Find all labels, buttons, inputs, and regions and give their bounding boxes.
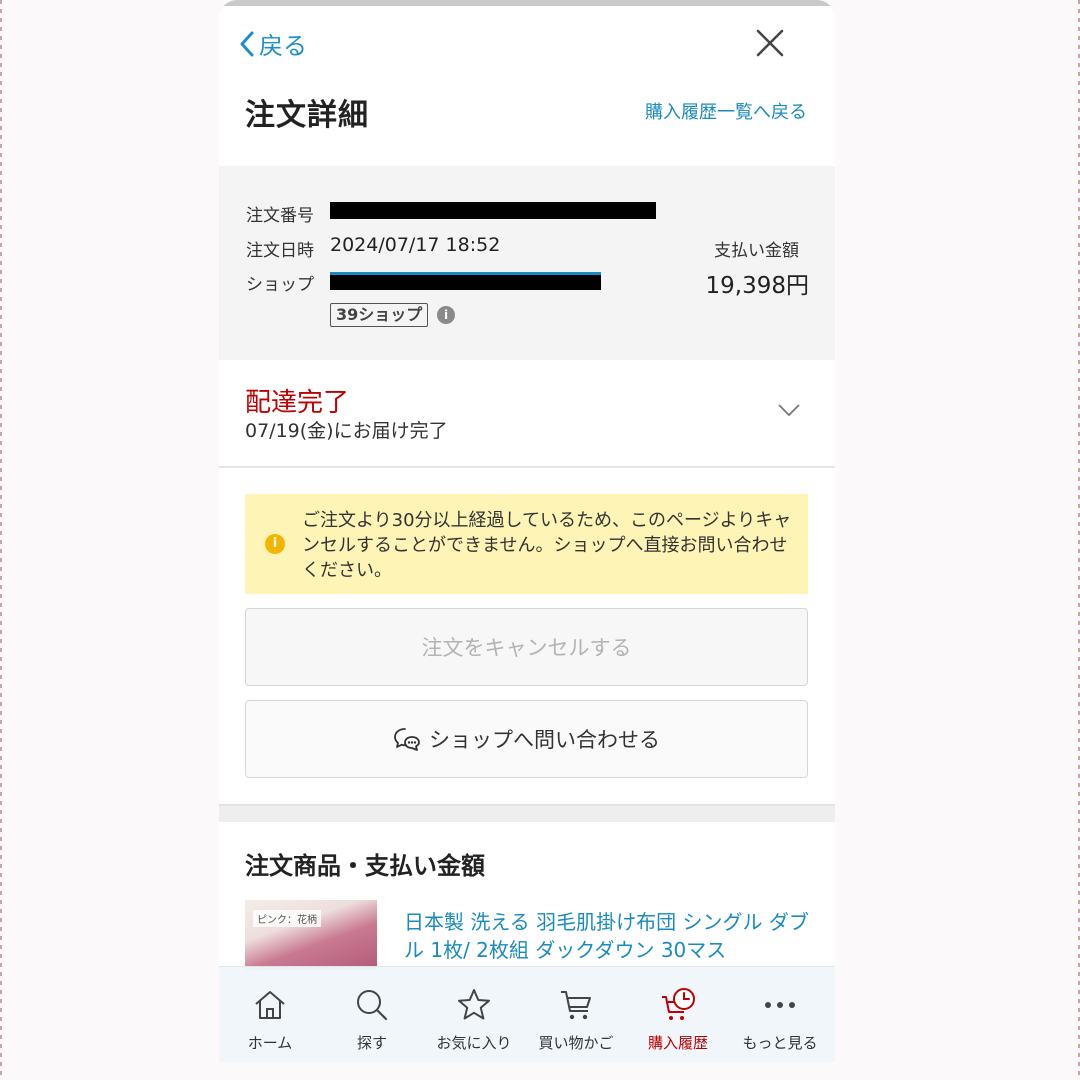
order-date-value: 2024/07/17 18:52 (330, 234, 501, 256)
contact-shop-label: ショップへ問い合わせる (429, 728, 660, 752)
contact-shop-button[interactable]: ショップへ問い合わせる (245, 700, 808, 778)
tab-favorites[interactable]: お気に入り (423, 967, 525, 1062)
tab-home[interactable]: ホーム (219, 967, 321, 1062)
section-divider-thick (219, 804, 835, 822)
chevron-left-icon (240, 31, 254, 56)
delivery-status: 配達完了 (245, 388, 350, 418)
tab-label: ホーム (247, 1034, 293, 1052)
product-variant-tag: ピンク：花柄 (253, 910, 321, 927)
purchase-history-icon (662, 988, 695, 1020)
bottom-tab-bar: ホーム 探す お気に入り 買い物かご 購入履歴 もっと見る (219, 966, 835, 1062)
notice-text: ご注文より30分以上経過しているため、このページよりキャンセルすることができませ… (302, 510, 792, 581)
39shop-badge: 39ショップ (330, 303, 429, 327)
order-info-panel: 注文番号 注文日時 2024/07/17 18:52 ショップ 39ショップ i… (219, 166, 835, 360)
tab-more[interactable]: もっと見る (729, 967, 831, 1062)
order-number-redacted (330, 202, 656, 219)
products-section-title: 注文商品・支払い金額 (245, 852, 485, 880)
delivery-date: 07/19(金)にお届け完了 (245, 420, 448, 442)
back-label: 戻る (259, 32, 307, 60)
payment-label: 支払い金額 (714, 241, 799, 261)
tab-cart[interactable]: 買い物かご (525, 967, 627, 1062)
shop-label: ショップ (246, 275, 314, 295)
order-detail-sheet: 戻る 注文詳細 購入履歴一覧へ戻る 注文番号 注文日時 2024/07/17 1… (219, 0, 835, 1062)
info-icon[interactable]: i (437, 306, 455, 324)
chevron-down-icon[interactable] (777, 402, 801, 418)
cart-icon (561, 991, 591, 1020)
chat-bubbles-icon (394, 728, 420, 751)
background-edge-left (0, 0, 2, 1080)
back-button[interactable]: 戻る (237, 26, 307, 61)
tab-label: お気に入り (436, 1034, 512, 1052)
product-thumbnail[interactable]: ピンク：花柄 (245, 900, 377, 970)
sheet-top-edge (219, 0, 835, 6)
section-divider (219, 466, 835, 468)
more-icon (765, 1002, 795, 1008)
tab-purchase-history[interactable]: 購入履歴 (627, 967, 729, 1062)
order-number-label: 注文番号 (246, 206, 314, 226)
home-icon (255, 991, 285, 1019)
tab-label: もっと見る (742, 1034, 818, 1052)
purchase-history-link[interactable]: 購入履歴一覧へ戻る (645, 98, 807, 124)
tab-label: 買い物かご (538, 1034, 614, 1052)
cancel-order-button[interactable]: 注文をキャンセルする (245, 608, 808, 686)
page-title: 注文詳細 (245, 98, 369, 133)
tab-label: 探す (356, 1034, 387, 1052)
cancel-notice: i ご注文より30分以上経過しているため、このページよりキャンセルすることができ… (245, 494, 808, 594)
close-icon[interactable] (753, 26, 787, 60)
star-icon (458, 989, 490, 1020)
payment-value: 19,398円 (705, 273, 809, 299)
shop-link-redacted[interactable] (330, 272, 601, 290)
order-date-label: 注文日時 (246, 241, 314, 261)
info-icon: i (265, 534, 285, 554)
search-icon (357, 990, 388, 1021)
product-name-link[interactable]: 日本製 洗える 羽毛肌掛け布団 シングル ダブル 1枚/ 2枚組 ダックダウン … (404, 908, 814, 964)
tab-label: 購入履歴 (647, 1034, 708, 1052)
tab-search[interactable]: 探す (321, 967, 423, 1062)
